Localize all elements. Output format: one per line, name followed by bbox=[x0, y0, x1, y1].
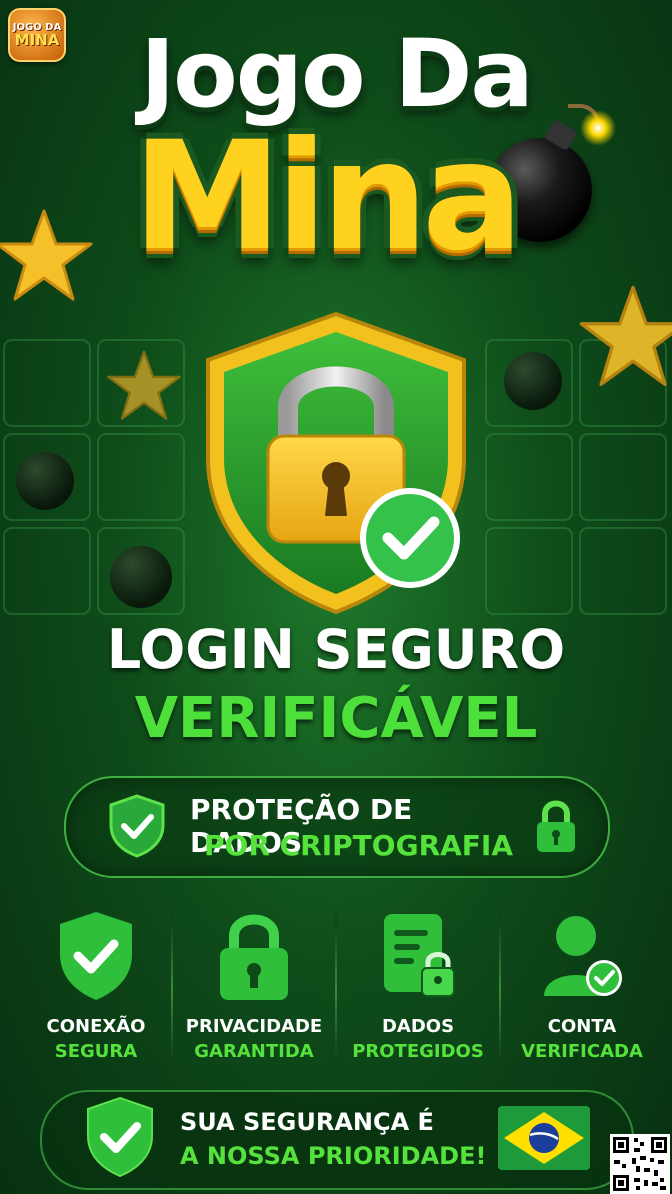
feature-secure-connection: CONEXÃO SEGURA bbox=[14, 910, 178, 1070]
brazil-flag-icon bbox=[498, 1106, 590, 1170]
feature-subtitle: PROTEGIDOS bbox=[352, 1041, 484, 1062]
spark-icon bbox=[580, 110, 616, 146]
headline-verified: VERIFICÁVEL bbox=[134, 686, 538, 751]
padlock-icon bbox=[220, 914, 288, 1000]
shield-check-icon bbox=[60, 912, 132, 1000]
feature-title: CONEXÃO bbox=[46, 1016, 146, 1037]
star-icon bbox=[107, 350, 181, 420]
title-line-2: Mina bbox=[132, 110, 524, 284]
shield-lock-icon bbox=[206, 311, 466, 615]
qr-code-icon[interactable] bbox=[610, 1134, 670, 1194]
feature-subtitle: VERIFICADA bbox=[521, 1041, 643, 1062]
star-icon bbox=[579, 285, 672, 386]
feature-title: PRIVACIDADE bbox=[185, 1016, 323, 1037]
bomb-icon bbox=[110, 546, 172, 608]
feature-title: DADOS bbox=[381, 1016, 455, 1037]
feature-privacy: PRIVACIDADE GARANTIDA bbox=[172, 910, 336, 1070]
feature-title: CONTA bbox=[547, 1016, 617, 1037]
shield-check-icon bbox=[87, 1096, 153, 1178]
padlock-icon bbox=[537, 800, 575, 852]
shield-check-icon bbox=[109, 794, 165, 858]
bomb-icon bbox=[504, 352, 562, 410]
feature-verified-account: CONTA VERIFICADA bbox=[500, 910, 664, 1070]
footer-title: SUA SEGURANÇA É bbox=[180, 1108, 434, 1136]
feature-protected-data: DADOS PROTEGIDOS bbox=[336, 910, 500, 1070]
bomb-icon bbox=[16, 452, 74, 510]
document-lock-icon bbox=[384, 914, 455, 997]
footer-subtitle: A NOSSA PRIORIDADE! bbox=[180, 1142, 487, 1170]
feature-subtitle: SEGURA bbox=[54, 1041, 138, 1062]
user-check-icon bbox=[544, 916, 622, 996]
feature-subtitle: GARANTIDA bbox=[194, 1041, 314, 1062]
headline-login: LOGIN SEGURO bbox=[106, 618, 566, 681]
protection-subtitle: POR CRIPTOGRAFIA bbox=[204, 829, 514, 862]
star-icon bbox=[0, 209, 93, 301]
